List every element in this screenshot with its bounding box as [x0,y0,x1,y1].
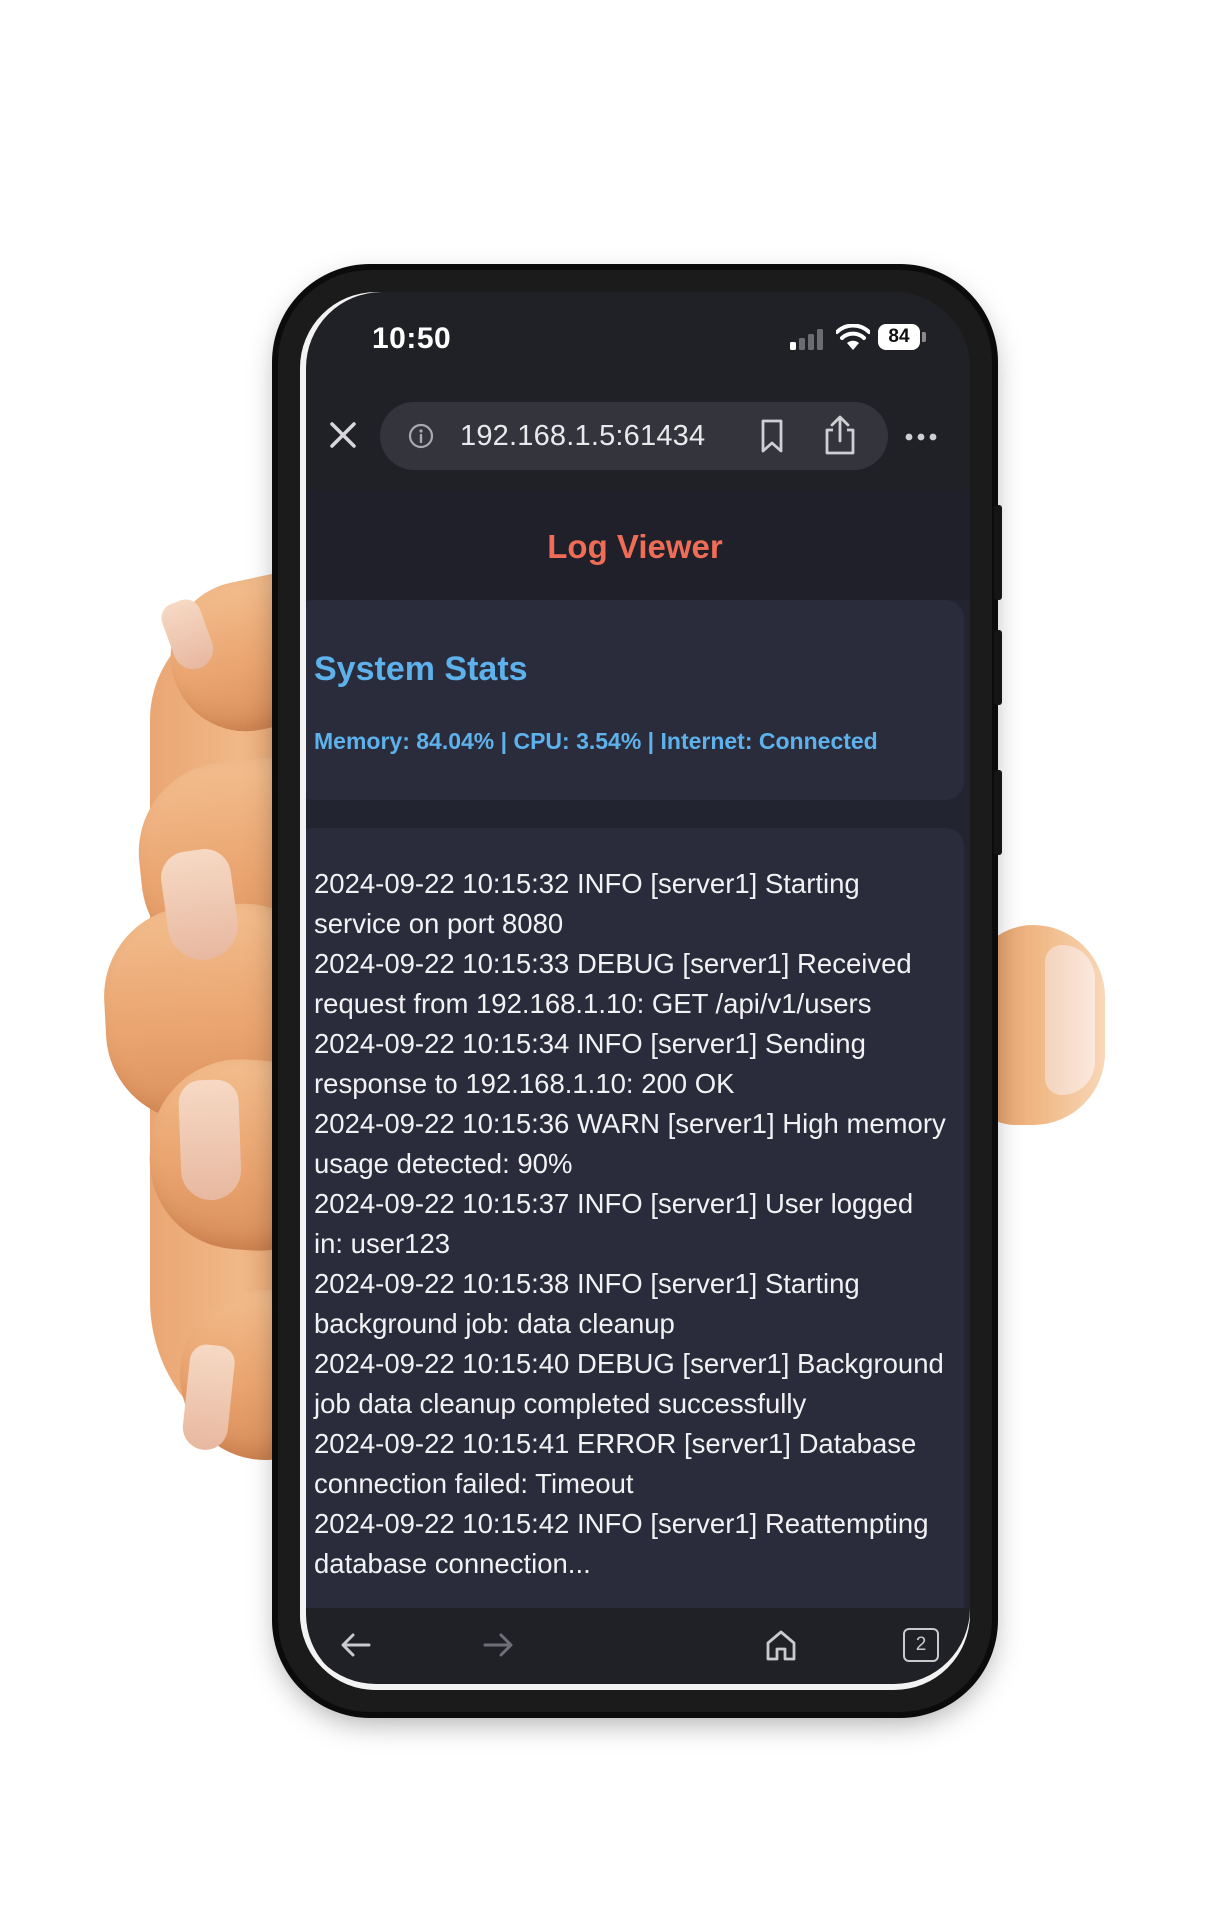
battery-level: 84 [878,324,920,350]
battery-tip [922,332,926,342]
system-stats-values: Memory: 84.04% | CPU: 3.54% | Internet: … [314,728,878,754]
thumbnail [1045,945,1095,1095]
log-panel[interactable]: 2024-09-22 10:15:32 INFO [server1] Start… [300,828,964,1608]
status-time: 10:50 [372,322,452,355]
wifi-icon [836,324,870,350]
tabs-icon: 2 [903,1628,939,1662]
fingernail [157,845,243,965]
arrow-left-icon [341,1633,371,1657]
status-bar: 10:50 84 [300,292,970,382]
volume-up-button [994,505,1002,600]
forward-button[interactable] [472,1622,524,1668]
web-page: Log Viewer System Stats Memory: 84.04% |… [300,490,970,1608]
browser-toolbar: 192.168.1.5:61434 [300,382,970,490]
arrow-right-icon [483,1633,513,1657]
more-options-button[interactable] [898,414,944,460]
url-text[interactable]: 192.168.1.5:61434 [460,420,705,453]
fingernail [177,1078,243,1202]
log-entry: 2024-09-22 10:15:36 WARN [server1] High … [314,1108,946,1179]
log-entry: 2024-09-22 10:15:40 DEBUG [server1] Back… [314,1348,944,1419]
share-icon[interactable] [820,414,860,456]
browser-bottom-toolbar: 2 [300,1608,970,1690]
bookmark-icon[interactable] [755,418,789,454]
system-stats-title: System Stats [314,650,528,688]
back-button[interactable] [330,1622,382,1668]
page-header: Log Viewer [300,490,970,600]
log-list: 2024-09-22 10:15:32 INFO [server1] Start… [314,864,946,1584]
log-entry: 2024-09-22 10:15:38 INFO [server1] Start… [314,1268,860,1339]
side-button [994,770,1002,855]
page-title: Log Viewer [547,528,723,565]
log-entry: 2024-09-22 10:15:37 INFO [server1] User … [314,1188,914,1259]
log-entry: 2024-09-22 10:15:32 INFO [server1] Start… [314,868,860,939]
log-entry: 2024-09-22 10:15:33 DEBUG [server1] Rece… [314,948,912,1019]
phone-screen: 10:50 84 192.168.1.5:61434 Log Viewer Sy… [300,292,970,1690]
info-icon[interactable] [408,423,434,449]
log-entry: 2024-09-22 10:15:34 INFO [server1] Sendi… [314,1028,866,1099]
address-bar[interactable]: 192.168.1.5:61434 [380,402,888,470]
more-icon [905,433,937,441]
cellular-signal-icon [790,328,826,350]
log-entry: 2024-09-22 10:15:41 ERROR [server1] Data… [314,1428,917,1499]
system-stats-card: System Stats Memory: 84.04% | CPU: 3.54%… [300,600,964,800]
close-button[interactable] [320,412,366,458]
home-button[interactable] [755,1622,807,1668]
log-entry: 2024-09-22 10:15:42 INFO [server1] Reatt… [314,1508,929,1579]
tabs-button[interactable]: 2 [895,1622,947,1668]
close-icon [330,422,356,448]
fingernail [157,595,219,675]
photo-stage: 10:50 84 192.168.1.5:61434 Log Viewer Sy… [0,0,1214,1920]
home-icon [766,1630,796,1661]
fingernail [180,1342,237,1453]
volume-down-button [994,630,1002,705]
